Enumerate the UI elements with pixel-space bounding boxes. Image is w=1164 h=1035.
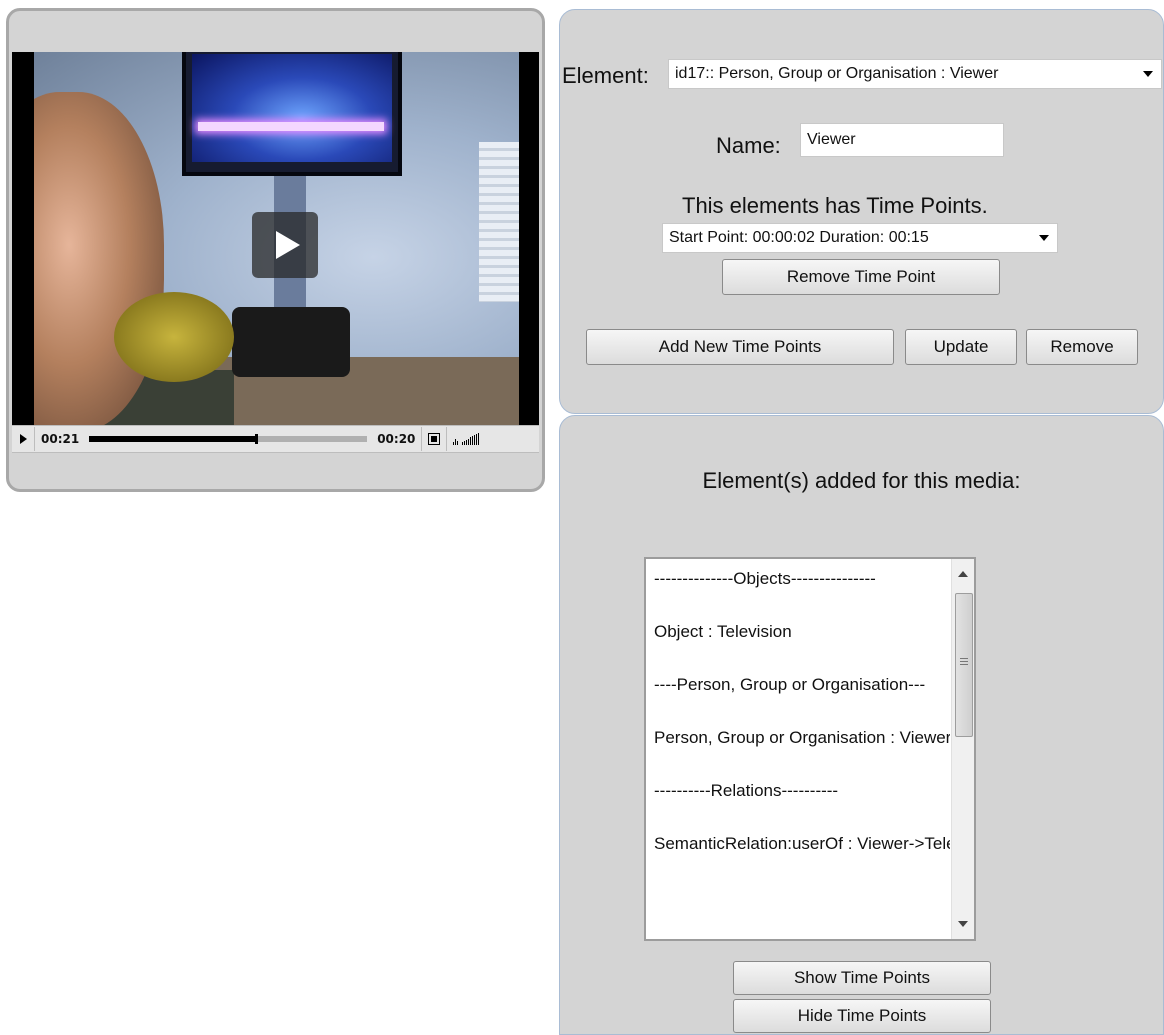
chevron-down-icon <box>1143 71 1153 77</box>
elements-heading: Element(s) added for this media: <box>702 468 1021 493</box>
timepoints-message: This elements has Time Points. <box>682 193 988 218</box>
list-item[interactable]: SemanticRelation:userOf : Viewer->Televi… <box>654 830 950 883</box>
elements-list: --------------Objects--------------- Obj… <box>654 565 950 883</box>
list-item[interactable]: ----------Relations---------- <box>654 777 950 830</box>
seek-handle[interactable] <box>255 434 258 444</box>
chevron-down-icon <box>1039 235 1049 241</box>
name-label: Name: <box>716 133 781 158</box>
timepoint-select-value: Start Point: 00:00:02 Duration: 00:15 <box>669 229 929 246</box>
video-frame[interactable] <box>12 52 539 425</box>
name-input[interactable] <box>800 123 1004 157</box>
scroll-down-icon[interactable] <box>958 921 968 927</box>
list-item[interactable]: ----Person, Group or Organisation--- <box>654 671 950 724</box>
element-select[interactable]: id17:: Person, Group or Organisation : V… <box>668 59 1162 89</box>
play-button[interactable] <box>12 427 35 451</box>
scene-tv-glow <box>198 122 384 131</box>
list-item[interactable]: --------------Objects--------------- <box>654 565 950 618</box>
element-label: Element: <box>562 63 649 88</box>
scroll-up-icon[interactable] <box>958 571 968 577</box>
seek-bar[interactable] <box>89 434 368 444</box>
player-controls: 00:21 00:20 <box>12 425 539 453</box>
list-item[interactable]: Person, Group or Organisation : Viewer <box>654 724 950 777</box>
fullscreen-button[interactable] <box>421 427 446 451</box>
volume-button[interactable] <box>446 427 485 451</box>
element-select-value: id17:: Person, Group or Organisation : V… <box>675 65 999 82</box>
timepoint-select[interactable]: Start Point: 00:00:02 Duration: 00:15 <box>662 223 1058 253</box>
scene-window <box>479 142 519 302</box>
hide-time-points-button[interactable]: Hide Time Points <box>733 999 991 1033</box>
grip-icon <box>960 658 968 665</box>
elapsed-time: 00:21 <box>41 432 80 446</box>
scene-guitar <box>114 292 234 382</box>
scene-television <box>182 52 402 176</box>
remove-button[interactable]: Remove <box>1026 329 1138 365</box>
video-player: 00:21 00:20 <box>6 8 545 492</box>
volume-icon <box>453 433 480 445</box>
list-item[interactable]: Object : Television <box>654 618 950 671</box>
remaining-time: 00:20 <box>377 432 416 446</box>
show-time-points-button[interactable]: Show Time Points <box>733 961 991 995</box>
seek-bar-progress <box>89 436 256 442</box>
scene-cabinet <box>232 307 350 377</box>
remove-time-point-button[interactable]: Remove Time Point <box>722 259 1000 295</box>
scrollbar-thumb[interactable] <box>955 593 973 737</box>
fullscreen-icon <box>428 433 441 445</box>
scene-tv-screen <box>192 54 392 162</box>
update-button[interactable]: Update <box>905 329 1017 365</box>
listbox-scrollbar[interactable] <box>951 559 974 939</box>
play-overlay-button[interactable] <box>252 212 318 278</box>
elements-listbox[interactable]: --------------Objects--------------- Obj… <box>644 557 976 941</box>
add-new-time-points-button[interactable]: Add New Time Points <box>586 329 894 365</box>
play-icon <box>276 231 300 259</box>
play-small-icon <box>19 434 27 444</box>
